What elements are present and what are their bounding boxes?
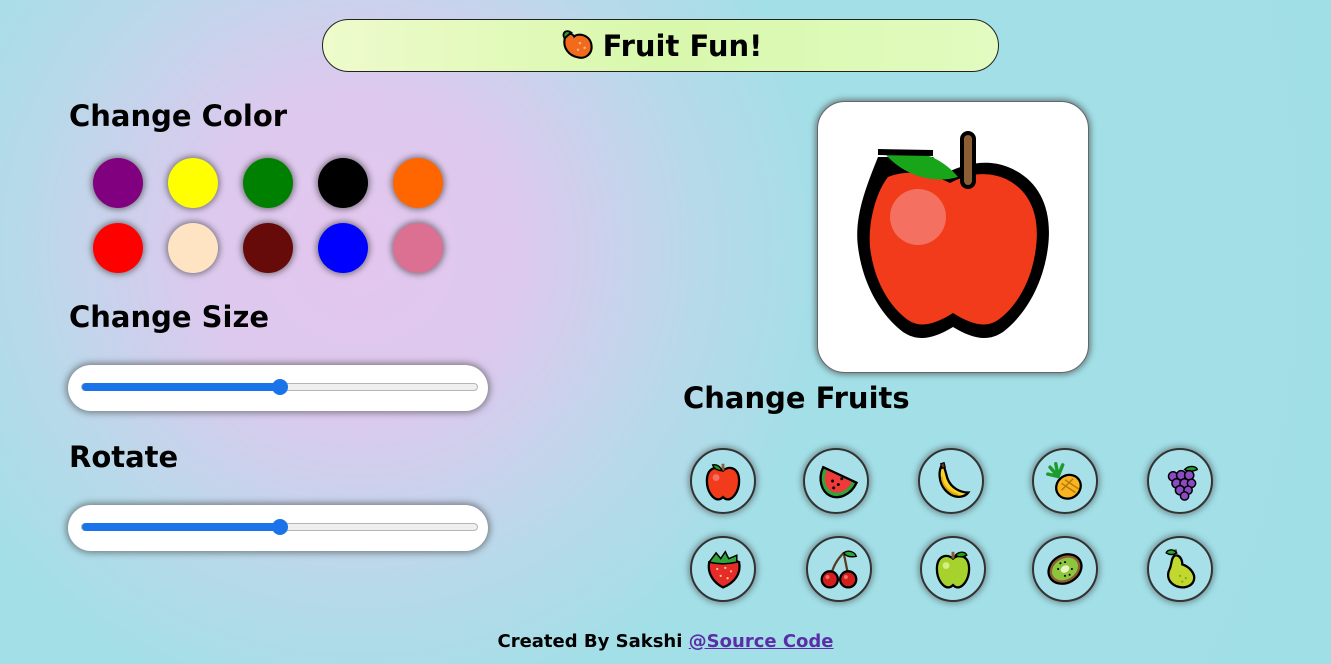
fruit-button-strawberry[interactable]	[690, 536, 756, 602]
grapes-icon	[1167, 465, 1199, 501]
footer: Created By Sakshi @Source Code	[0, 631, 1331, 652]
title-bar: Fruit Fun!	[322, 19, 999, 72]
color-swatch[interactable]	[93, 158, 143, 208]
source-code-link[interactable]: @Source Code	[689, 631, 834, 652]
change-color-heading: Change Color	[69, 99, 288, 133]
fruit-button-green-apple[interactable]	[920, 536, 986, 602]
rotate-slider-container	[68, 505, 488, 551]
size-slider-track[interactable]	[81, 379, 478, 395]
color-swatch[interactable]	[393, 223, 443, 273]
cherries-icon	[820, 550, 858, 589]
pineapple-icon	[1046, 462, 1082, 500]
color-swatch[interactable]	[168, 158, 218, 208]
size-slider-fill	[82, 383, 280, 391]
fruit-button-banana[interactable]	[918, 448, 984, 514]
rotate-slider-track[interactable]	[81, 519, 478, 535]
mango-icon	[562, 29, 593, 59]
color-swatch[interactable]	[243, 158, 293, 208]
apple-icon	[857, 131, 1049, 339]
color-swatch[interactable]	[318, 223, 368, 273]
footer-credit: Created By Sakshi	[497, 631, 683, 652]
size-slider-thumb[interactable]	[271, 379, 288, 395]
color-swatch[interactable]	[243, 223, 293, 273]
rotate-slider-fill	[82, 523, 280, 531]
rotate-slider-thumb[interactable]	[271, 519, 288, 535]
color-swatch[interactable]	[168, 223, 218, 273]
change-fruits-heading: Change Fruits	[683, 381, 910, 415]
app-title: Fruit Fun!	[602, 28, 763, 63]
fruit-button-grapes[interactable]	[1147, 448, 1213, 514]
fruit-button-pear[interactable]	[1147, 536, 1213, 602]
pear-icon	[1165, 549, 1196, 589]
banana-icon	[938, 461, 971, 498]
fruit-preview	[817, 101, 1089, 373]
fruit-button-pineapple[interactable]	[1032, 448, 1098, 514]
fruit-button-cherries[interactable]	[806, 536, 872, 602]
color-swatch[interactable]	[93, 223, 143, 273]
size-slider-container	[68, 365, 488, 411]
rotate-heading: Rotate	[69, 440, 179, 474]
fruit-button-kiwi[interactable]	[1032, 536, 1098, 602]
fruit-button-apple[interactable]	[690, 448, 756, 514]
fruit-button-watermelon[interactable]	[803, 448, 869, 514]
color-swatch[interactable]	[393, 158, 443, 208]
apple-icon	[705, 463, 741, 501]
kiwi-icon	[1047, 553, 1083, 585]
strawberry-icon	[707, 550, 741, 589]
green-apple-icon	[935, 551, 971, 589]
watermelon-icon	[819, 465, 859, 499]
change-size-heading: Change Size	[69, 300, 270, 334]
color-swatch[interactable]	[318, 158, 368, 208]
